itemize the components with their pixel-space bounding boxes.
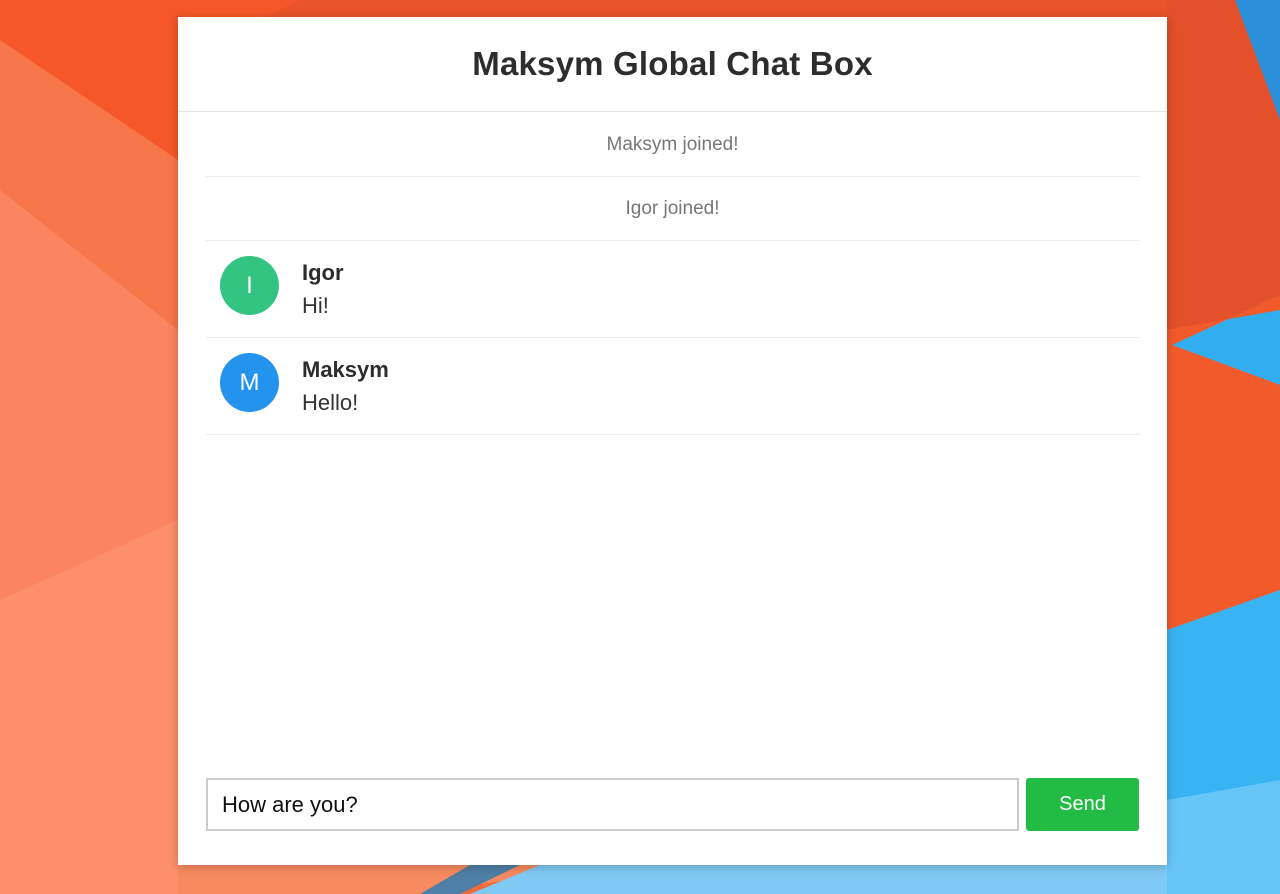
chat-message: I Igor Hi! [206, 241, 1139, 338]
avatar: M [220, 353, 279, 412]
message-author: Maksym [302, 357, 389, 382]
chat-header: Maksym Global Chat Box [178, 17, 1167, 112]
chat-message: M Maksym Hello! [206, 338, 1139, 435]
message-author: Igor [302, 260, 344, 285]
chat-title: Maksym Global Chat Box [472, 45, 873, 82]
desktop-wallpaper: Maksym Global Chat Box Maksym joined! Ig… [0, 0, 1280, 894]
system-message-join: Maksym joined! [206, 113, 1139, 177]
message-list[interactable]: Maksym joined! Igor joined! I Igor Hi! M… [206, 113, 1139, 435]
avatar: I [220, 256, 279, 315]
send-button[interactable]: Send [1026, 778, 1139, 831]
chat-window: Maksym Global Chat Box Maksym joined! Ig… [178, 17, 1167, 865]
message-text: Hi! [302, 293, 329, 318]
message-composer: Send [206, 778, 1139, 831]
message-input[interactable] [206, 778, 1019, 831]
system-message-join: Igor joined! [206, 177, 1139, 241]
message-text: Hello! [302, 390, 359, 415]
